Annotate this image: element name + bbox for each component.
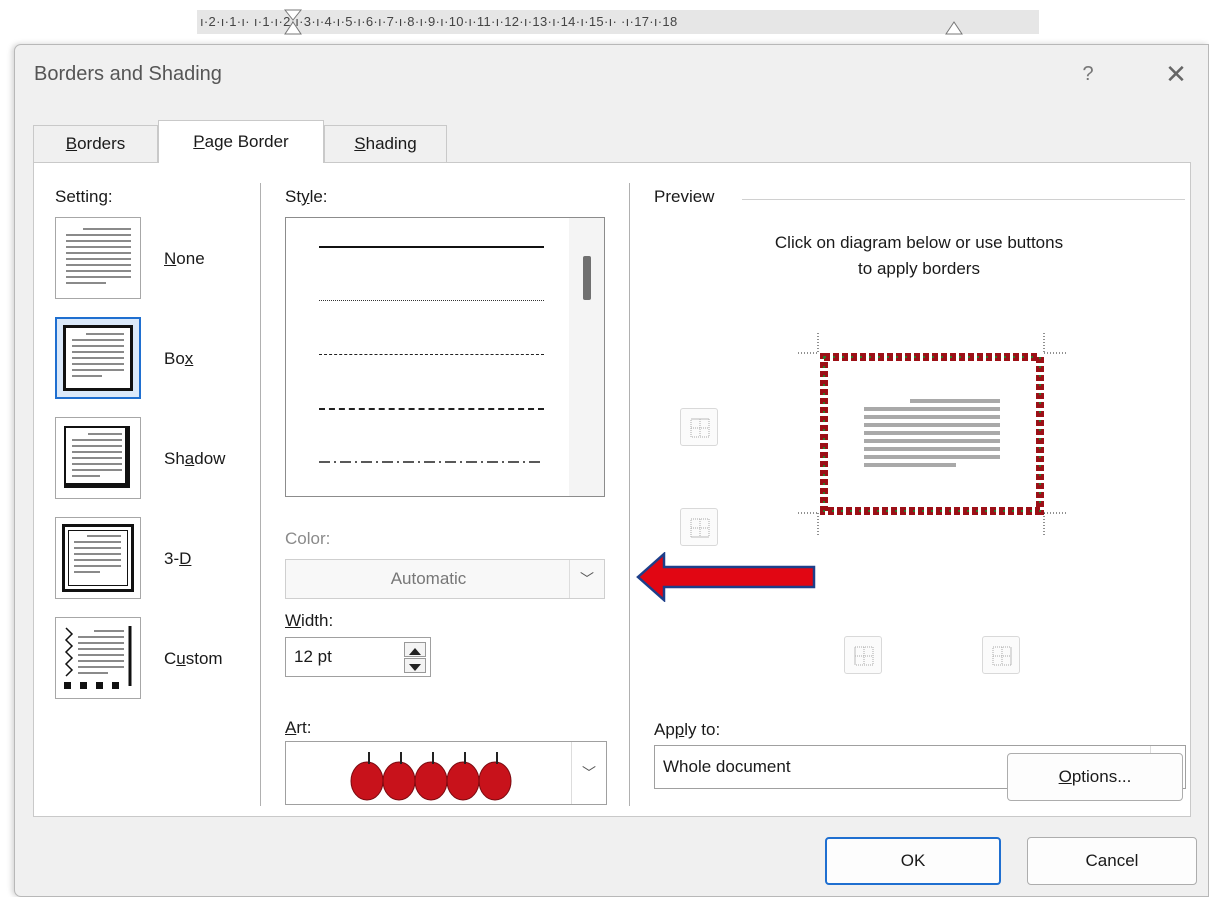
art-label: Art: — [285, 718, 312, 737]
dialog-titlebar: Borders and Shading ? ✕ — [15, 45, 1208, 105]
border-right-icon — [992, 646, 1012, 666]
setting-custom-label[interactable]: Custom — [164, 649, 223, 669]
setting-shadow-label[interactable]: Shadow — [164, 449, 225, 469]
preview-diagram[interactable] — [776, 311, 1087, 561]
chevron-down-icon[interactable]: ﹀ — [571, 742, 606, 804]
annotation-arrow-icon — [636, 552, 816, 602]
setting-none-label[interactable]: None — [164, 249, 205, 269]
tab-page-border[interactable]: Page Border — [158, 120, 324, 163]
art-dropdown[interactable]: ﹀ — [285, 741, 607, 805]
tab-page-border-label: age Border — [204, 132, 289, 151]
left-border-button[interactable] — [844, 636, 882, 674]
color-dropdown[interactable]: Automatic ﹀ — [285, 559, 605, 599]
style-label: Style: — [285, 187, 328, 206]
preview-label: Preview — [654, 187, 715, 206]
color-dropdown-value: Automatic — [390, 569, 467, 588]
spin-up-icon[interactable] — [404, 642, 426, 657]
horizontal-ruler[interactable]: ı·2·ı·1·ı· ı·1·ı·2·ı·3·ı·4·ı·5·ı·6·ı·7·ı… — [197, 10, 1039, 34]
right-indent-marker-icon[interactable] — [945, 20, 963, 36]
setting-box-icon[interactable] — [55, 317, 141, 399]
divider-right — [629, 183, 630, 806]
bottom-border-button[interactable] — [680, 508, 718, 546]
tab-borders-accel: B — [65, 134, 78, 153]
setting-custom-icon[interactable] — [55, 617, 141, 699]
ok-button[interactable]: OK — [825, 837, 1001, 885]
help-button[interactable]: ? — [1073, 59, 1103, 89]
border-bottom-icon — [690, 518, 710, 538]
style-option-solid[interactable] — [319, 246, 544, 248]
setting-none-icon[interactable] — [55, 217, 141, 299]
border-top-icon — [690, 418, 710, 438]
page-border-panel: Setting: None Box Shadow 3-D Custom Styl… — [33, 162, 1191, 817]
setting-label: Setting: — [55, 187, 113, 206]
style-scrollbar[interactable] — [569, 218, 604, 496]
apply-to-value: Whole document — [663, 757, 791, 776]
tab-shading-label: hading — [365, 134, 417, 153]
width-label: Width: — [285, 611, 334, 630]
color-label: Color: — [285, 529, 331, 548]
width-value: 12 pt — [294, 647, 332, 666]
borders-and-shading-dialog: Borders and Shading ? ✕ Borders Page Bor… — [14, 44, 1209, 897]
style-option-dotted[interactable] — [319, 300, 544, 301]
setting-3d-label[interactable]: 3-D — [164, 549, 191, 569]
tab-shading[interactable]: Shading — [324, 125, 447, 162]
first-line-indent-marker-icon[interactable] — [284, 8, 302, 42]
preview-instructions-line-2: to apply borders — [858, 259, 980, 278]
right-border-button[interactable] — [982, 636, 1020, 674]
spin-down-icon[interactable] — [404, 658, 426, 673]
style-option-dash-dot[interactable] — [319, 460, 544, 464]
dialog-title: Borders and Shading — [34, 63, 222, 85]
apply-to-label: Apply to: — [654, 720, 721, 739]
setting-box-label[interactable]: Box — [164, 349, 193, 369]
tab-page-border-accel: P — [193, 132, 205, 151]
divider-left — [260, 183, 261, 806]
tab-borders[interactable]: Borders — [33, 125, 158, 162]
style-option-large-dash[interactable] — [319, 408, 544, 410]
chevron-down-icon[interactable]: ﹀ — [569, 560, 604, 598]
apple-page-border-preview-icon — [798, 333, 1066, 535]
preview-rule — [742, 199, 1185, 200]
border-left-icon — [854, 646, 874, 666]
close-button[interactable]: ✕ — [1159, 59, 1193, 89]
setting-shadow-icon[interactable] — [55, 417, 141, 499]
setting-3d-icon[interactable] — [55, 517, 141, 599]
apple-border-art-icon — [350, 752, 512, 801]
preview-instructions-line-1: Click on diagram below or use buttons — [774, 233, 1064, 252]
width-spinner[interactable]: 12 pt — [285, 637, 431, 677]
style-option-small-dash[interactable] — [319, 354, 544, 355]
style-scrollbar-thumb[interactable] — [583, 256, 591, 300]
ruler-scale: ı·2·ı·1·ı· ı·1·ı·2·ı·3·ı·4·ı·5·ı·6·ı·7·ı… — [200, 14, 678, 29]
top-border-button[interactable] — [680, 408, 718, 446]
style-listbox[interactable] — [285, 217, 605, 497]
options-button[interactable]: Options... — [1007, 753, 1183, 801]
tab-borders-label: orders — [77, 134, 126, 153]
cancel-button[interactable]: Cancel — [1027, 837, 1197, 885]
tab-shading-accel: S — [354, 134, 366, 153]
